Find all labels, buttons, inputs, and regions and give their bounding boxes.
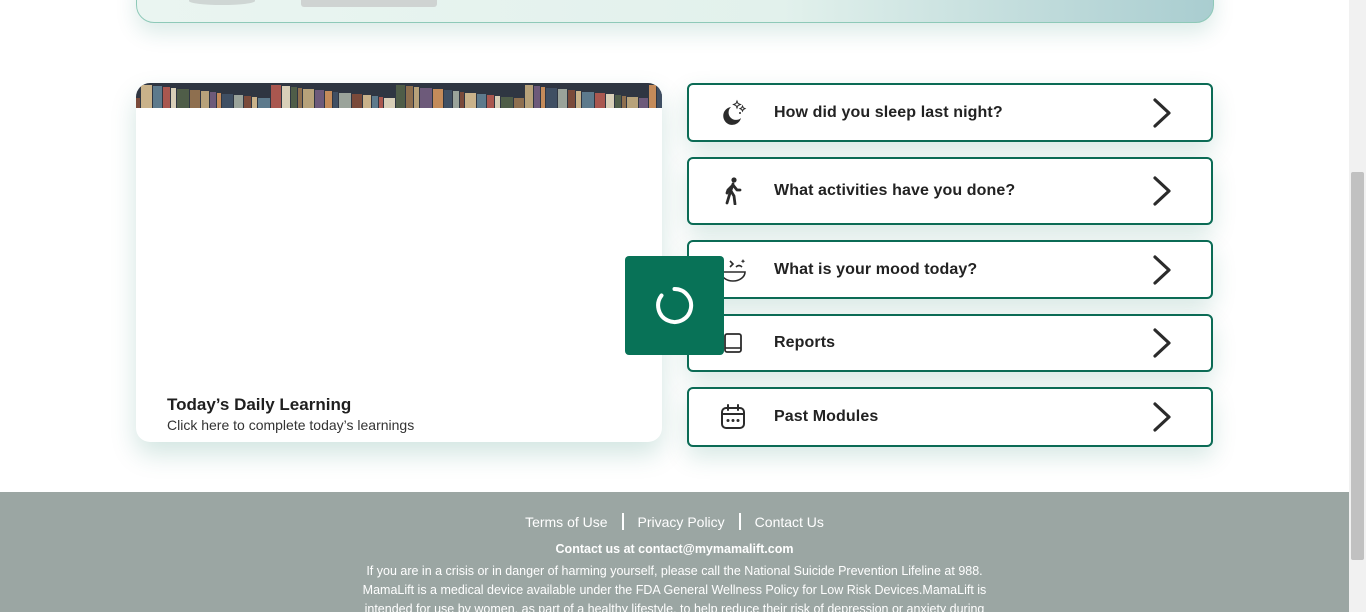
walking-person-icon [725,177,742,205]
reports-button[interactable]: Reports [687,314,1213,372]
footer-fda-line: MamaLift is a medical device available u… [362,583,987,597]
book-spine [639,98,648,108]
mood-survey-label: What is your mood today? [774,260,978,278]
past-modules-label: Past Modules [774,408,879,425]
book-spine [465,93,476,108]
activities-survey-label: What activities have you done? [774,182,1016,199]
book-spine [210,92,216,108]
daily-learning-title: Today’s Daily Learning [167,395,352,414]
book-spine [546,88,557,108]
book-spine [163,87,170,108]
book-spine [339,93,351,108]
privacy-policy-link[interactable]: Privacy Policy [624,514,739,530]
daily-learning-card[interactable]: Today’s Daily Learning Click here to com… [136,83,662,442]
page: Today’s Daily Learning Click here to com… [0,0,1349,612]
book-spine [406,86,413,108]
book-spine [244,96,251,108]
terms-of-use-link[interactable]: Terms of Use [511,514,621,530]
book-spine [282,86,290,108]
book-spine [325,91,332,108]
book-spine [541,87,545,108]
book-spine [568,90,575,108]
book-spine [627,97,638,108]
top-banner-card [136,0,1214,23]
book-spine [501,97,513,108]
book-spine [298,88,302,108]
contact-us-link[interactable]: Contact Us [741,514,838,530]
book-spine [558,89,567,108]
mood-survey-button[interactable]: What is your mood today? [687,240,1213,299]
book-spine [615,95,621,108]
book-spine [315,90,324,108]
footer-links: Terms of Use Privacy Policy Contact Us [0,513,1349,530]
book-spine [433,89,443,108]
book-spine [141,85,152,108]
page-scrollbar[interactable] [1349,0,1366,612]
book-spine [606,94,614,108]
book-spine [657,86,662,108]
footer-crisis-line: If you are in a crisis or in danger of h… [366,564,983,578]
book-spine [576,91,581,108]
moon-stars-icon [723,99,747,125]
book-spine [384,98,395,108]
chevron-right-icon [1153,254,1171,285]
activities-survey-button[interactable]: What activities have you done? [687,157,1213,225]
book-spine [396,85,405,108]
book-spine [177,89,189,108]
banner-button[interactable] [301,0,437,7]
book-spine [171,88,176,108]
bookshelf-image [136,83,662,108]
chevron-right-icon [1153,176,1171,206]
book-spine [234,95,243,108]
book-spine [595,93,605,108]
loading-spinner-icon [656,286,694,324]
book-spine [153,86,162,108]
book-spine [453,91,459,108]
book-spine [352,94,362,108]
book-spine [460,92,464,108]
book-spine [271,85,281,108]
book-spine [291,87,297,108]
book-spine [622,96,626,108]
calendar-icon [721,404,745,429]
book-spine [414,87,419,108]
book-spine [258,98,270,108]
book-spine [217,93,221,108]
chevron-right-icon [1153,402,1171,432]
book-spine [190,90,200,108]
book-spine [303,89,314,108]
book-spine [534,86,540,108]
book-spine [495,96,500,108]
book-spine [477,94,486,108]
book-spine [252,97,257,108]
book-spine [525,85,533,108]
footer-disclaimer: If you are in a crisis or in danger of h… [0,562,1349,612]
book-spine [201,91,209,108]
book-spine [649,85,656,108]
reports-label: Reports [774,334,836,351]
book-spine [136,98,140,108]
loading-overlay [625,256,724,355]
book-spine [379,97,383,108]
book-spine [420,88,432,108]
sleep-survey-label: How did you sleep last night? [774,103,1003,121]
past-modules-button[interactable]: Past Modules [687,387,1213,447]
footer-contact-email: Contact us at contact@mymamalift.com [555,542,794,556]
book-spine [333,92,338,108]
footer: Terms of Use Privacy Policy Contact Us Con… [0,492,1349,612]
daily-learning-subtitle: Click here to complete today’s learnings [167,417,415,433]
avatar [189,0,255,5]
chevron-right-icon [1153,97,1171,128]
scrollbar-thumb[interactable] [1351,172,1364,560]
book-spine [514,98,524,108]
book-spine [363,95,371,108]
book-spine [487,95,494,108]
book-spine [582,92,594,108]
chevron-right-icon [1153,328,1171,358]
sleep-survey-button[interactable]: How did you sleep last night? [687,83,1213,142]
footer-intended-use-line: intended for use by women, as part of a … [364,602,985,612]
book-spine [222,94,233,108]
book-spine [444,90,452,108]
book-spine [372,96,378,108]
